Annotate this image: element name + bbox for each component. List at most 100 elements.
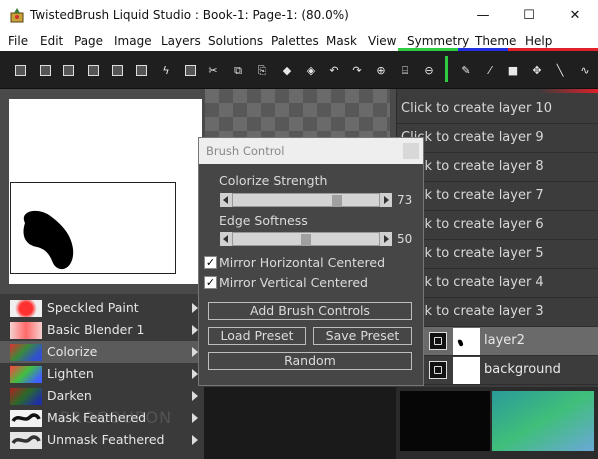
layer-name: layer2 (484, 333, 525, 348)
menu-solutions[interactable]: Solutions (208, 34, 263, 48)
preview-frame (10, 182, 176, 274)
slider-track[interactable] (232, 232, 380, 246)
menu-layers[interactable]: Layers (161, 34, 201, 48)
layer-thumbnail (453, 357, 480, 384)
open-book-icon[interactable] (61, 63, 75, 77)
brush-label: Speckled Paint (47, 300, 139, 315)
submenu-arrow-icon (192, 391, 198, 401)
brush-item[interactable]: Basic Blender 1 (0, 319, 204, 341)
actual-size-icon[interactable]: ⌸ (398, 63, 412, 77)
zoom-out-icon[interactable]: ⊖ (422, 63, 436, 77)
slider-right-arrow-icon[interactable] (380, 232, 392, 246)
save-preset-button[interactable]: Save Preset (313, 327, 412, 345)
slider-thumb[interactable] (301, 234, 311, 246)
unmask-feathered-thumb (10, 432, 42, 449)
minimize-button[interactable]: — (460, 0, 506, 31)
zoom-in-icon[interactable]: ⊕ (374, 63, 388, 77)
lock-icon[interactable] (429, 332, 447, 350)
watermark: PROCOUPON (60, 408, 173, 427)
brush-item[interactable]: Lighten (0, 363, 204, 385)
color-gradient-picker[interactable] (492, 391, 594, 451)
paint-blob (23, 210, 74, 270)
slider-left-arrow-icon[interactable] (220, 193, 232, 207)
submenu-arrow-icon (192, 435, 198, 445)
select-rectangle-icon[interactable]: ■ (506, 63, 520, 77)
move-icon[interactable]: ✥ (530, 63, 544, 77)
submenu-arrow-icon (192, 413, 198, 423)
dialog-title-bar[interactable]: Brush Control (199, 138, 423, 164)
brush-label: Darken (47, 388, 92, 403)
brush-list: Speckled Paint Basic Blender 1 Colorize … (0, 294, 204, 459)
layer-row-layer2[interactable]: layer2 (397, 327, 598, 356)
redo-icon[interactable]: ↷ (350, 63, 364, 77)
menu-page[interactable]: Page (74, 34, 103, 48)
layer-name: background (484, 362, 561, 377)
mask-feathered-thumb (10, 410, 42, 427)
save-icon[interactable] (38, 63, 52, 77)
eyedropper-icon[interactable]: ⁄ (483, 63, 497, 77)
brush-item[interactable]: Darken (0, 385, 204, 407)
dialog-close-button[interactable] (403, 143, 419, 159)
document-icon[interactable] (183, 63, 197, 77)
dialog-title: Brush Control (206, 144, 285, 158)
load-preset-button[interactable]: Load Preset (208, 327, 306, 345)
menu-mask[interactable]: Mask (326, 34, 357, 48)
create-layer-row[interactable]: Click to create layer 7 (397, 182, 598, 211)
curve-icon[interactable]: ∿ (578, 63, 592, 77)
maximize-button[interactable]: ☐ (506, 0, 552, 31)
edge-softness-slider[interactable] (220, 232, 392, 246)
create-layer-row[interactable]: Click to create layer 4 (397, 269, 598, 298)
slider-left-arrow-icon[interactable] (220, 232, 232, 246)
brush-item[interactable]: Unmask Feathered (0, 429, 204, 451)
dark-canvas-preview (204, 387, 396, 459)
create-layer-row[interactable]: Click to create layer 8 (397, 153, 598, 182)
line-icon[interactable]: ╲ (553, 63, 567, 77)
random-button[interactable]: Random (208, 352, 412, 370)
colorize-strength-slider[interactable] (220, 193, 392, 207)
color-area (396, 387, 598, 459)
checkbox-label: Mirror Vertical Centered (219, 275, 368, 290)
close-icon: ✕ (569, 8, 581, 23)
create-layer-row[interactable]: Click to create layer 5 (397, 240, 598, 269)
current-color-swatch[interactable] (400, 391, 490, 451)
previous-page-icon[interactable] (86, 63, 100, 77)
create-layer-row[interactable]: Click to create layer 6 (397, 211, 598, 240)
slider-track[interactable] (232, 193, 380, 207)
copy-page-icon[interactable] (134, 63, 148, 77)
mirror-vertical-checkbox[interactable]: ✓ (204, 276, 217, 289)
slider-thumb[interactable] (332, 195, 342, 207)
slider-right-arrow-icon[interactable] (380, 193, 392, 207)
menu-help[interactable]: Help (525, 34, 552, 48)
lock-icon[interactable] (429, 361, 447, 379)
menu-edit[interactable]: Edit (40, 34, 63, 48)
undo-icon[interactable]: ↶ (327, 63, 341, 77)
menu-theme[interactable]: Theme (475, 34, 516, 48)
lightning-icon[interactable]: ϟ (159, 63, 173, 77)
new-page-icon[interactable] (13, 63, 27, 77)
create-layer-row[interactable]: Click to create layer 3 (397, 298, 598, 327)
copy-icon[interactable]: ⧉ (231, 63, 245, 77)
brush-item-selected[interactable]: Colorize (0, 341, 204, 363)
menu-view[interactable]: View (368, 34, 396, 48)
layers-top-strip (397, 89, 598, 93)
lighten-thumb (10, 366, 42, 383)
slider-label: Edge Softness (219, 213, 308, 228)
next-page-icon[interactable] (110, 63, 124, 77)
create-layer-row[interactable]: Click to create layer 10 (397, 95, 598, 124)
add-brush-controls-button[interactable]: Add Brush Controls (208, 302, 412, 320)
close-button[interactable]: ✕ (552, 0, 598, 31)
menu-symmetry[interactable]: Symmetry (407, 34, 469, 48)
fill-icon[interactable]: ◆ (280, 63, 294, 77)
brush-item[interactable]: Speckled Paint (0, 297, 204, 319)
create-layer-row[interactable]: Click to create layer 9 (397, 124, 598, 153)
menu-palettes[interactable]: Palettes (271, 34, 319, 48)
menu-file[interactable]: File (8, 34, 28, 48)
mirror-horizontal-checkbox[interactable]: ✓ (204, 256, 217, 269)
layer-row-background[interactable]: background (397, 356, 598, 385)
paste-icon[interactable]: ⎘ (255, 63, 269, 77)
scissors-icon[interactable]: ✂ (206, 63, 220, 77)
menu-image[interactable]: Image (114, 34, 152, 48)
slider-value: 73 (397, 193, 413, 207)
pen-icon[interactable]: ✎ (459, 63, 473, 77)
stamp-icon[interactable]: ◈ (304, 63, 318, 77)
